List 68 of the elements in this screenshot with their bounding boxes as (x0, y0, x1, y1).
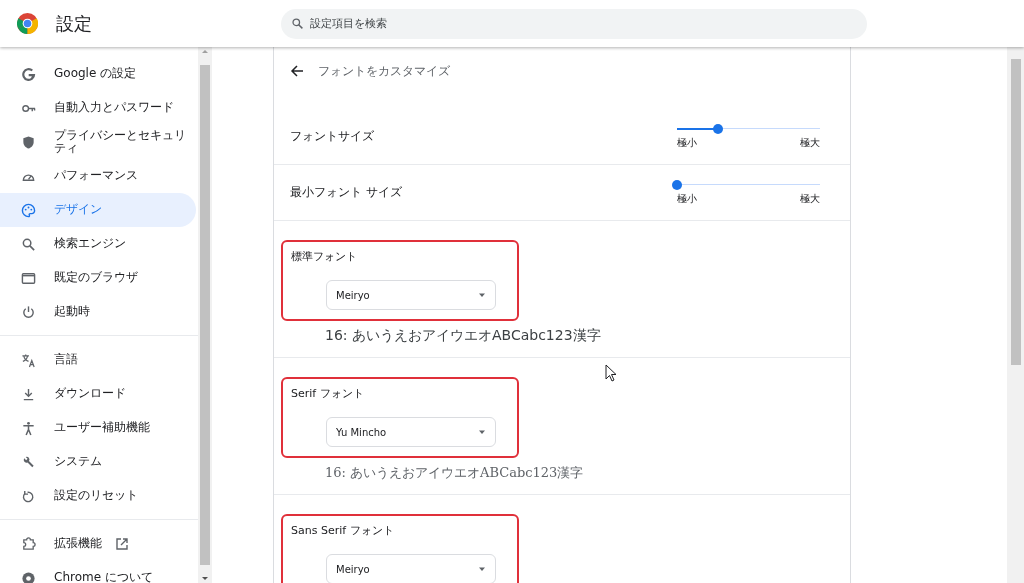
setting-label: 標準フォント (291, 249, 358, 264)
sidebar-label: 起動時 (54, 305, 90, 319)
browser-window-icon (21, 270, 36, 286)
sidebar-label: ユーザー補助機能 (54, 421, 150, 435)
setting-label: Serif フォント (291, 386, 365, 401)
reset-icon (21, 488, 36, 504)
sidebar-item[interactable]: ユーザー補助機能 (0, 411, 196, 445)
shield-icon (21, 134, 36, 150)
page-title: 設定 (56, 11, 92, 36)
slider-max-label: 極大 (800, 135, 820, 150)
subpage-title: フォントをカスタマイズ (318, 62, 450, 80)
font-dropdown[interactable]: Yu Mincho (326, 417, 496, 447)
power-icon (21, 304, 36, 320)
sidebar-item[interactable]: 既定のブラウザ (0, 261, 196, 295)
sidebar-label: Google の設定 (54, 67, 137, 81)
sidebar-item[interactable]: 自動入力とパスワード (0, 91, 196, 125)
slider-min-label: 極小 (677, 191, 697, 206)
sidebar-item[interactable]: 検索エンジン (0, 227, 196, 261)
sidebar-item[interactable]: 拡張機能 (0, 527, 196, 561)
setting-label: Sans Serif フォント (291, 523, 395, 538)
sidebar-label: 検索エンジン (54, 237, 126, 251)
sidebar-label: 自動入力とパスワード (54, 101, 174, 115)
sidebar-label: 既定のブラウザ (54, 271, 138, 285)
back-arrow-icon[interactable] (290, 64, 304, 78)
sidebar-label: Chrome について (54, 571, 153, 583)
sidebar-label: デザイン (54, 203, 102, 217)
sidebar-label: 設定のリセット (54, 489, 138, 503)
sidebar-item[interactable]: Google の設定 (0, 57, 196, 91)
wrench-icon (21, 454, 36, 470)
sidebar-item[interactable]: デザイン (0, 193, 196, 227)
sidebar-label: ダウンロード (54, 387, 126, 401)
download-icon (21, 386, 36, 402)
font-preview-text: 16: あいうえおアイウエオABCabc123漢字 (325, 327, 602, 345)
sidebar-item[interactable]: 言語 (0, 343, 196, 377)
dropdown-caret-icon (478, 291, 486, 299)
scrollbar-thumb[interactable] (1010, 59, 1021, 365)
slider-max-label: 極大 (800, 191, 820, 206)
font-preview-text: 16: あいうえおアイウエオABCabc123漢字 (325, 464, 585, 482)
google-g-icon (21, 66, 36, 82)
palette-icon (21, 202, 36, 218)
search-field[interactable]: 設定項目を検索 (281, 8, 867, 39)
sidebar-item[interactable]: 起動時 (0, 295, 196, 329)
person-icon (21, 420, 36, 436)
sidebar-item[interactable]: システム (0, 445, 196, 479)
sidebar-label: プライバシーとセキュリティ (54, 128, 187, 156)
search-icon (291, 16, 304, 30)
sidebar-label: 拡張機能 (54, 537, 102, 551)
sidebar-item[interactable]: 設定のリセット (0, 479, 196, 513)
scroll-down-icon[interactable] (200, 575, 210, 583)
sidebar-item[interactable]: パフォーマンス (0, 159, 196, 193)
setting-label: フォントサイズ (290, 128, 374, 145)
sidebar-label: 言語 (54, 353, 78, 367)
mouse-pointer-icon (605, 364, 617, 382)
slider-min-label: 極小 (677, 135, 697, 150)
sidebar-label: システム (54, 455, 102, 469)
browser-logo-icon (17, 13, 38, 34)
font-dropdown[interactable]: Meiryo (326, 280, 496, 310)
puzzle-piece-icon (21, 536, 36, 552)
dropdown-caret-icon (478, 565, 486, 573)
translate-icon (21, 352, 36, 368)
dropdown-caret-icon (478, 428, 486, 436)
sidebar-item[interactable]: ダウンロード (0, 377, 196, 411)
sidebar-label: パフォーマンス (54, 169, 138, 183)
sidebar-item[interactable]: プライバシーとセキュリティ (0, 125, 196, 159)
sidebar-item[interactable]: Chrome について (0, 561, 196, 583)
scrollbar-thumb[interactable] (200, 65, 210, 565)
search-icon (21, 236, 36, 252)
setting-label: 最小フォント サイズ (290, 184, 402, 201)
